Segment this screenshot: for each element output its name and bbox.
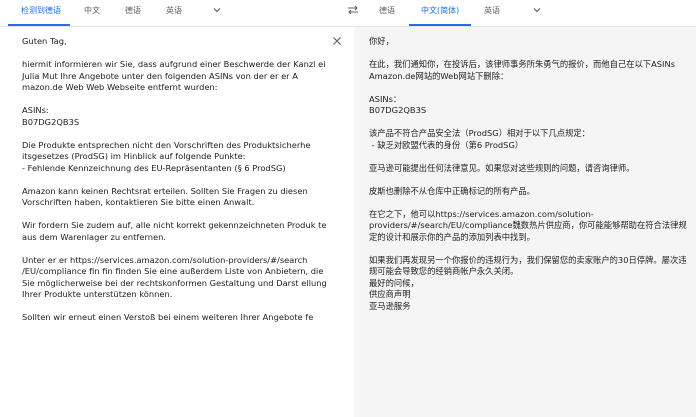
translation-output: 你好， 在此，我们通知你，在投诉后，该律师事务所朱勇气的报价，而他自己在以下AS… xyxy=(369,36,687,311)
close-icon[interactable] xyxy=(332,36,342,46)
tab-source-detected[interactable]: 检测到德语 xyxy=(21,6,61,16)
source-text-input[interactable]: Guten Tag, hiermit informieren wir Sie, … xyxy=(22,36,327,324)
target-tab-indicator xyxy=(409,24,471,26)
target-panel: 你好， 在此，我们通知你，在投诉后，该律师事务所朱勇气的报价，而他自己在以下AS… xyxy=(354,27,696,417)
tab-target-english[interactable]: 英语 xyxy=(484,6,500,16)
tab-target-chinese-simplified[interactable]: 中文(简体) xyxy=(421,6,459,16)
source-tab-indicator xyxy=(8,24,70,26)
chevron-down-icon[interactable] xyxy=(212,5,222,15)
language-bar: 检测到德语 中文 德语 英语 德语 中文(简体) 英语 xyxy=(0,0,696,27)
tab-source-english[interactable]: 英语 xyxy=(166,6,182,16)
source-panel: Guten Tag, hiermit informieren wir Sie, … xyxy=(0,27,354,417)
tab-source-chinese[interactable]: 中文 xyxy=(84,6,100,16)
tab-target-german[interactable]: 德语 xyxy=(379,6,395,16)
translator-window: 检测到德语 中文 德语 英语 德语 中文(简体) 英语 Guten Tag, h… xyxy=(0,0,696,417)
swap-arrows-icon[interactable] xyxy=(346,4,360,16)
chevron-down-icon[interactable] xyxy=(532,5,542,15)
tab-source-german[interactable]: 德语 xyxy=(125,6,141,16)
